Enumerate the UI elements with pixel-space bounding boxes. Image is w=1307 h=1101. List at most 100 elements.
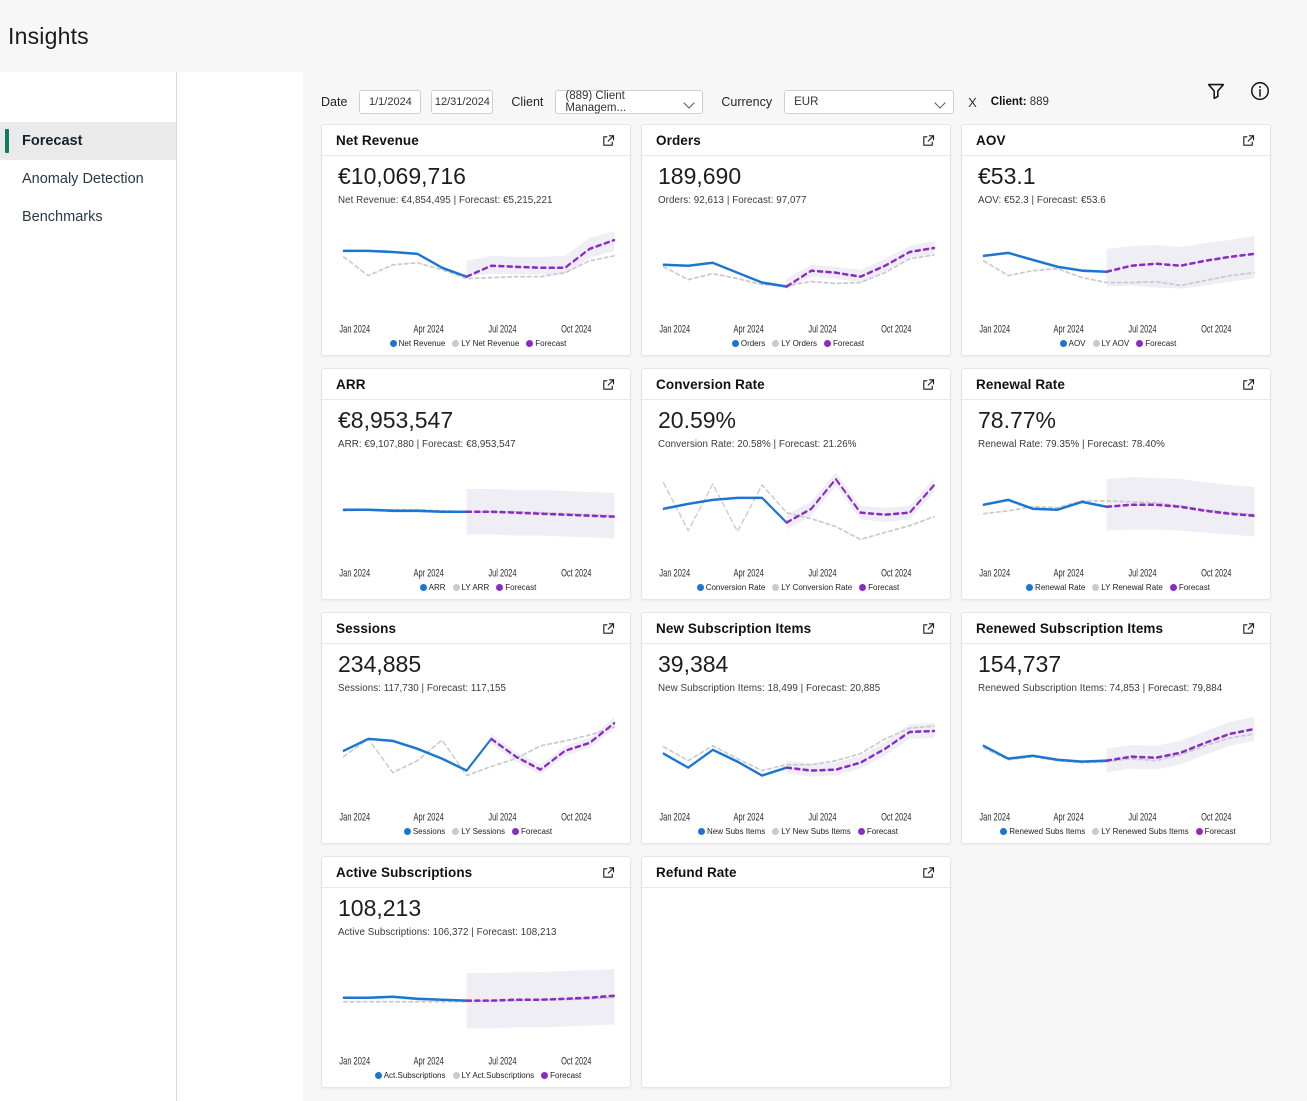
sidebar-item-anomaly-detection[interactable]: Anomaly Detection [0,160,176,198]
legend-color-dot [541,1072,549,1079]
sidebar-item-label: Anomaly Detection [22,171,144,187]
legend-item[interactable]: New Subs Items [698,827,765,836]
legend-item[interactable]: LY Renewal Rate [1092,583,1163,592]
legend-item[interactable]: Renewal Rate [1026,583,1085,592]
client-select-value: (889) Client Managem... [565,90,627,114]
clear-filters-button[interactable]: X [964,95,981,110]
legend-item[interactable]: Conversion Rate [696,583,766,592]
chart-legend: New Subs Items LY New Subs Items Forecast [658,827,938,839]
open-external-icon[interactable] [601,865,616,880]
svg-text:Oct 2024: Oct 2024 [561,567,591,579]
open-external-icon[interactable] [1241,377,1256,392]
open-external-icon[interactable] [921,377,936,392]
card-empty-state [658,894,938,1083]
legend-label: Forecast [550,1071,582,1080]
svg-text:Apr 2024: Apr 2024 [413,1055,443,1067]
open-external-icon[interactable] [921,621,936,636]
client-select[interactable]: (889) Client Managem... [555,90,704,114]
chart-legend: Conversion Rate LY Conversion Rate Forecas… [658,583,938,595]
card-metric-value: 20.59% [658,407,737,433]
legend-label: New Subs Items [707,827,766,836]
card-sparkline-chart: Jan 2024 Apr 2024 Jul 2024 Oct 2024 [658,208,938,339]
card-title: Active Subscriptions [336,864,473,880]
legend-item[interactable]: Renewed Subs Items [1000,827,1085,836]
open-external-icon[interactable] [601,133,616,148]
card-body: 108,213 Active Subscriptions: 106,372 | F… [322,888,630,1087]
card-title: Refund Rate [656,864,737,880]
legend-label: Forecast [833,339,865,348]
filter-funnel-icon[interactable] [1205,80,1227,102]
open-external-icon[interactable] [1241,133,1256,148]
legend-label: Renewal Rate [1035,583,1086,592]
kpi-card-active-subscriptions: Active Subscriptions 108,213 Active Subscr… [321,856,631,1088]
open-external-icon[interactable] [601,377,616,392]
legend-item[interactable]: ARR [419,583,446,592]
currency-label: Currency [721,95,773,109]
legend-color-dot [1092,340,1100,347]
card-metric-value: 78.77% [978,407,1057,433]
legend-item[interactable]: Forecast [526,339,566,348]
legend-item[interactable]: LY Net Revenue [452,339,519,348]
legend-item[interactable]: Forecast [496,583,536,592]
legend-item[interactable]: LY Conversion Rate [772,583,852,592]
date-from-input[interactable]: 1/1/2024 [359,90,422,114]
legend-item[interactable]: Forecast [824,339,864,348]
info-circle-icon[interactable] [1249,80,1271,102]
legend-item[interactable]: Forecast [512,827,552,836]
legend-item[interactable]: Net Revenue [389,339,446,348]
legend-item[interactable]: LY Orders [772,339,817,348]
legend-item[interactable]: LY Sessions [452,827,505,836]
card-sparkline-chart: Jan 2024 Apr 2024 Jul 2024 Oct 2024 [658,452,938,583]
legend-item[interactable]: LY ARR [452,583,490,592]
legend-item[interactable]: Sessions [403,827,445,836]
currency-select[interactable]: EUR [784,90,955,114]
card-header: Renewed Subscription Items [962,613,1270,644]
legend-label: Renewed Subs Items [1009,827,1086,836]
client-label: Client [511,95,544,109]
legend-label: Forecast [868,583,900,592]
open-external-icon[interactable] [601,621,616,636]
card-body: €10,069,716 Net Revenue: €4,854,495 | For… [322,156,630,355]
legend-item[interactable]: AOV [1059,339,1086,348]
chart-legend: Renewed Subs Items LY Renewed Subs Items F… [978,827,1258,839]
legend-item[interactable]: LY Act.Subscriptions [452,1071,534,1080]
legend-item[interactable]: Act.Subscriptions [374,1071,446,1080]
legend-label: Conversion Rate [705,583,766,592]
page-title: Insights [8,22,89,49]
date-to-input[interactable]: 12/31/2024 [431,90,494,114]
legend-item[interactable]: Forecast [1169,583,1210,592]
legend-color-dot [857,828,865,835]
sidebar-item-label: Forecast [22,133,83,149]
legend-item[interactable]: LY AOV [1092,339,1129,348]
chart-legend: AOV LY AOV Forecast [978,339,1258,351]
legend-item[interactable]: LY New Subs Items [772,827,851,836]
kpi-card-new-subscription-items: New Subscription Items 39,384 New Subscrip… [641,612,951,844]
legend-label: LY ARR [461,583,490,592]
sidebar-item-forecast[interactable]: Forecast [0,122,176,160]
svg-text:Jan 2024: Jan 2024 [659,567,690,579]
card-body: 39,384 New Subscription Items: 18,499 | F… [642,644,950,843]
legend-item[interactable]: LY Renewed Subs Items [1092,827,1189,836]
legend-item[interactable]: Forecast [859,583,899,592]
legend-item[interactable]: Forecast [857,827,898,836]
legend-color-dot [452,1072,460,1079]
legend-item[interactable]: Forecast [1195,827,1236,836]
legend-label: LY Conversion Rate [781,583,853,592]
sidebar-item-benchmarks[interactable]: Benchmarks [0,198,176,236]
legend-item[interactable]: Forecast [1136,339,1176,348]
open-external-icon[interactable] [921,865,936,880]
legend-label: Net Revenue [398,339,446,348]
card-metric-value: 39,384 [658,651,729,677]
legend-item[interactable]: Forecast [541,1071,581,1080]
chevron-down-icon [684,97,695,108]
legend-item[interactable]: Orders [731,339,765,348]
card-body: 78.77% Renewal Rate: 79.35% | Forecast: 7… [962,400,1270,599]
filter-bar: Date 1/1/2024 12/31/2024 Client (889) Cl… [321,72,1271,120]
svg-text:Apr 2024: Apr 2024 [733,811,763,823]
kpi-card-refund-rate: Refund Rate [641,856,951,1088]
svg-text:Jul 2024: Jul 2024 [1128,811,1156,823]
open-external-icon[interactable] [1241,621,1256,636]
open-external-icon[interactable] [921,133,936,148]
svg-text:Jan 2024: Jan 2024 [339,811,370,823]
legend-color-dot [731,340,739,347]
